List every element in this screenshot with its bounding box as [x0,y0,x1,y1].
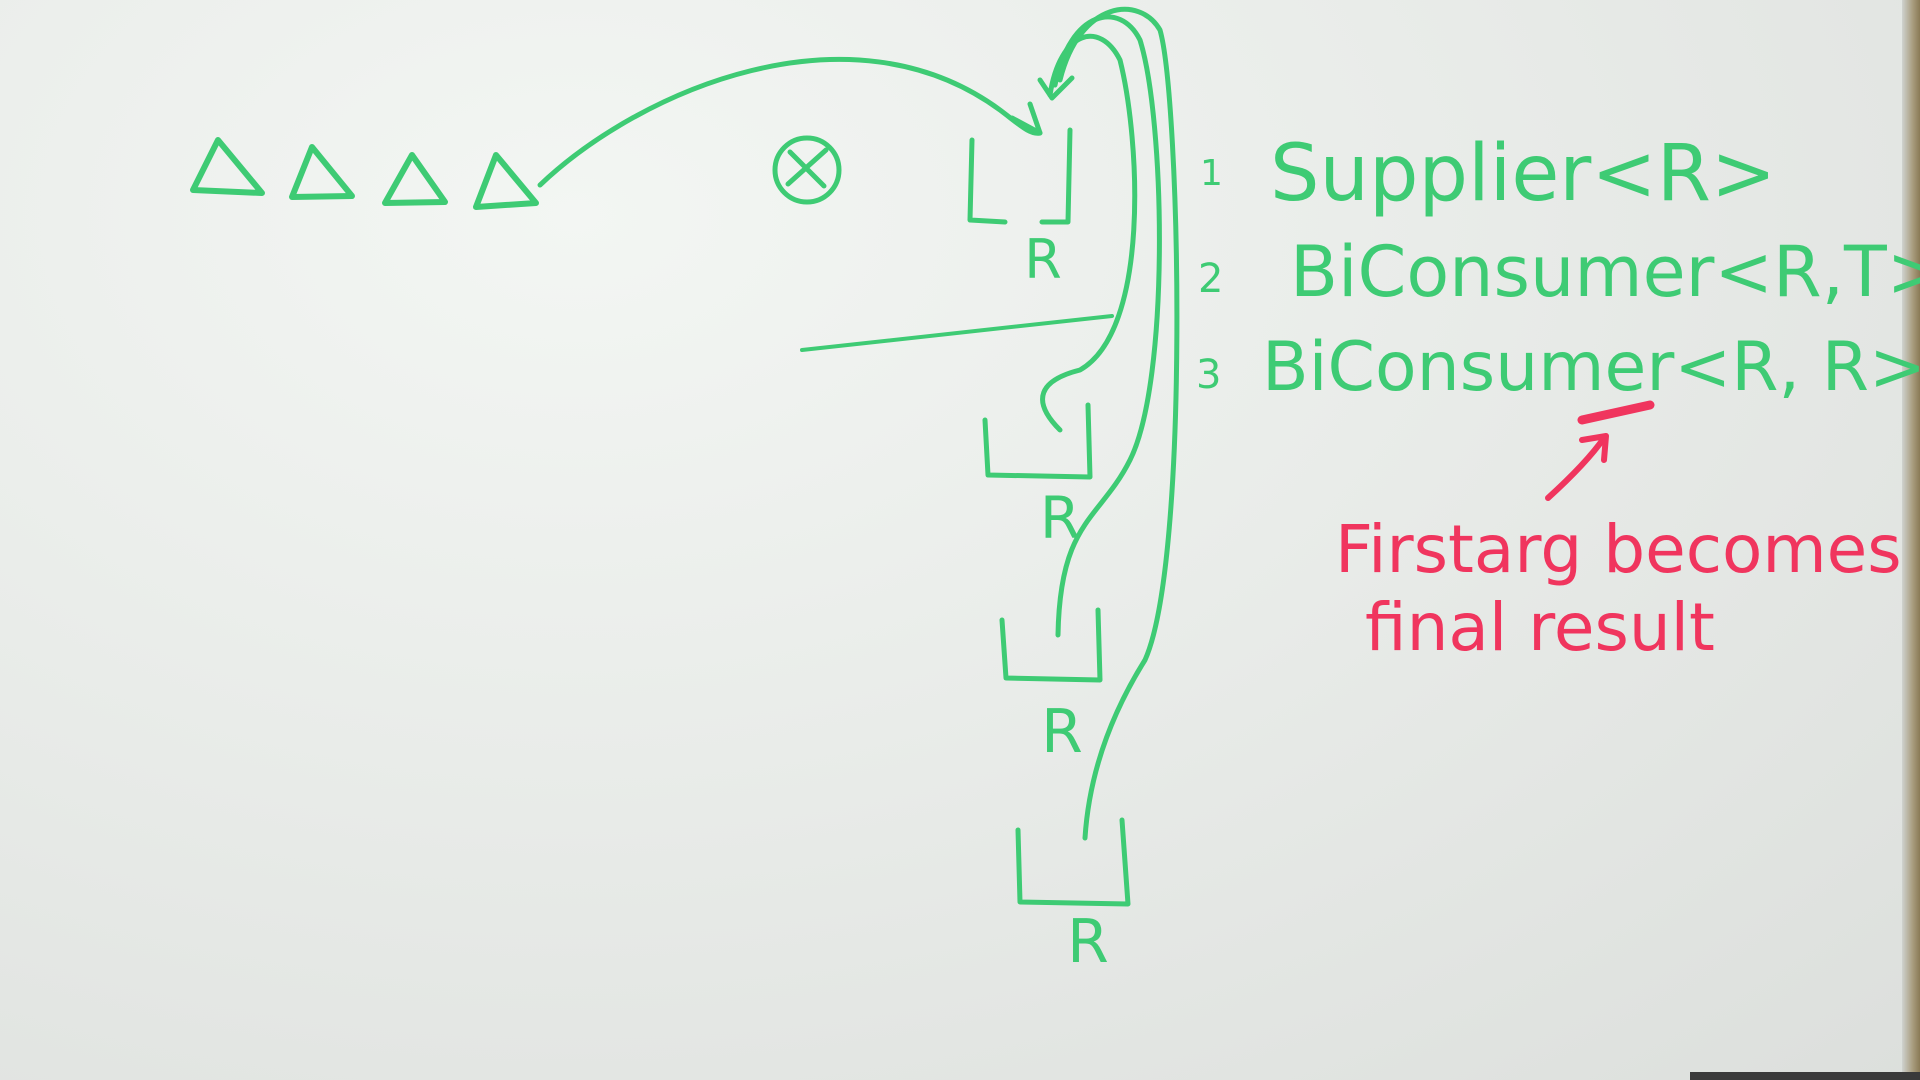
combine-symbol-icon [772,135,842,205]
whiteboard: R R R R 1 Supplier<R> 2 BiConsumer<R,T> … [190,6,1920,977]
triangle-shape [289,144,355,200]
stream-elements [190,137,539,210]
container-shape [967,127,1073,225]
annotation-arrow [1545,433,1609,501]
container-label: R [1024,228,1062,291]
container-shape [999,607,1103,683]
container-shape [1015,817,1131,907]
annotation-line-1: Firstarg becomes [1335,511,1902,588]
container-shape [982,402,1093,480]
underline-mark [1577,400,1655,425]
signature-text: BiConsumer<R,T> [1290,231,1920,313]
annotation-line-2: final result [1365,589,1715,666]
signature-text: BiConsumer<R, R> [1262,328,1920,407]
container-label: R [1067,907,1109,977]
container-label: R [1041,697,1083,767]
signature-text: Supplier<R> [1270,129,1776,219]
elements-to-container-arrow [537,56,1043,188]
signature-number: 1 [1200,153,1223,194]
triangle-shape [473,152,539,210]
signature-list: 1 Supplier<R> 2 BiConsumer<R,T> 3 BiCons… [1196,129,1920,407]
signature-number: 3 [1196,352,1221,398]
signature-number: 2 [1198,256,1223,302]
triangle-shape [382,152,448,206]
divider-line [800,314,1114,352]
triangle-shape [190,137,265,196]
